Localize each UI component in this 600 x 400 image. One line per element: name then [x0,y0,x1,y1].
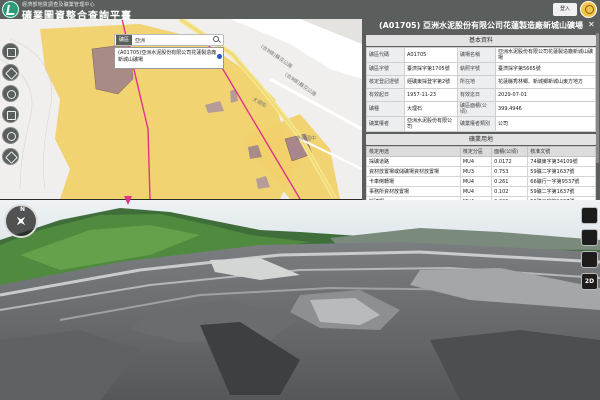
land-cell: 事務所資材放置場 [366,186,461,197]
agency-logo-icon [2,1,19,18]
info-key: 礦區面積(公頃) [456,101,496,117]
land-cell: 採礦道路 [366,156,461,167]
basic-info-row: 核定登記證號 經礦東採登字第2號 所在地 花蓮縣秀林鄉、新城鄉新城山東方地方 [366,75,597,89]
land-column-header: 核定用途 [366,146,461,157]
compass-icon[interactable]: N [4,204,38,238]
land-cell: MU4 [459,176,493,187]
land-cell: 0.0172 [491,156,529,167]
layers-tool-icon[interactable] [2,43,19,60]
draw-tool-icon[interactable] [2,148,19,165]
info-key: 礦區代碼 [366,47,405,63]
print-tool-icon[interactable] [2,106,19,123]
info-key: 有效起日 [366,88,405,102]
land-column-header: 核定分區 [459,146,493,157]
land-cell: 卡車倒轉場 [366,176,461,187]
app-root: 經濟部地質調查及礦業管理中心 礦業圖資整合查詢平臺 登入 (台9線)蘇花公路 (… [0,0,600,400]
mine-info-panel: (A01705) 亞洲水泥股份有限公司花蓮製造廠新城山礦場 ✕ 基本資料 礦區代… [362,19,600,200]
land-row[interactable]: 採礦道路 MU4 0.0172 74礦東字第34109號 [366,156,596,167]
land-cell: 資材放置場或儲礦場資材放置場 [366,166,461,177]
land-cell: 0.753 [491,166,529,177]
building-3d-icon[interactable] [581,207,598,224]
location-pin-icon[interactable] [217,54,222,59]
land-column-header: 面積(公頃) [491,146,529,157]
land-use-table: 核定用途 核定分區 面積(公頃) 核准文號 採礦道路 MU4 0.0172 74礦東字第34… [366,146,596,200]
info-key: 礦種 [366,101,405,117]
info-value: 經礦東採登字第2號 [404,75,458,89]
land-column-header: 核准文號 [527,146,596,157]
info-value: 1957-11-23 [404,88,458,102]
land-cell: 0.261 [491,176,529,187]
info-value: 亞洲水泥股份有限公司 [404,116,458,132]
terrain-3d-view[interactable]: N 2D [0,200,600,400]
basic-info-header[interactable]: 基本資料 [366,35,596,46]
basic-info-row: 礦區代碼 A01705 礦場名稱 亞洲水泥股份有限公司花蓮製造廠新城山礦場 [366,47,597,63]
land-cell: 59礦二字第1637號 [527,166,596,177]
info-value: 大理石 [404,101,458,117]
info-key: 所在地 [456,75,496,89]
login-button[interactable]: 登入 [553,3,577,16]
land-cell: 0.102 [491,186,529,197]
compass-north-label: N [20,206,26,213]
land-row[interactable]: 資材放置場或儲礦場資材放置場 MU3 0.753 59礦二字第1637號 [366,166,596,177]
panel-scrollbar[interactable] [596,33,599,163]
info-value: 花蓮縣秀林鄉、新城鄉新城山東方地方 [494,75,597,89]
search-result-item[interactable]: (A01705)亞洲水泥股份有限公司花蓮製造廠新城山礦場 [114,47,224,69]
map-search-bar[interactable]: 礦區 亞洲 [114,34,224,46]
info-value: 臺濟採字第5665號 [494,62,597,76]
basemap-tool-icon[interactable] [2,64,19,81]
info-value: 399.4946 [494,101,597,117]
app-title: 礦業圖資整合查詢平臺 [22,11,132,22]
land-cell: MU3 [459,166,493,177]
poi-label: 新城國中 [296,136,317,142]
land-cell: 74礦東字第34109號 [527,156,596,167]
map-view[interactable]: (台9線)蘇花公路 (台9線)蘇花公路 大德街 新城國中 礦區 亞洲 (A017… [0,19,362,199]
basic-info-row: 有效起日 1957-11-23 有效迄日 2029-07-01 [366,88,597,102]
eye-icon[interactable] [581,251,598,268]
land-row[interactable]: 卡車倒轉場 MU4 0.261 66礦行一字第9537號 [366,176,596,187]
info-value: 臺濟採字第1705號 [404,62,458,76]
map-toolbar [2,43,19,165]
basic-info-row: 礦種 大理石 礦區面積(公頃) 399.4946 [366,101,597,117]
info-value: A01705 [404,47,458,63]
basic-info-table: 礦區代碼 A01705 礦場名稱 亞洲水泥股份有限公司花蓮製造廠新城山礦場 礦區字號 臺濟… [366,47,597,132]
layer-icon[interactable] [581,229,598,246]
search-type-selector[interactable]: 礦區 [116,35,133,45]
search-icon[interactable] [213,36,221,44]
basic-info-row: 礦區字號 臺濟採字第1705號 執照字號 臺濟採字第5665號 [366,62,597,76]
terrain-canvas [0,200,600,400]
info-key: 礦場名稱 [456,47,496,63]
info-value: 公司 [494,116,597,132]
land-use-header[interactable]: 礦業用地 [366,134,596,145]
info-value: 亞洲水泥股份有限公司花蓮製造廠新城山礦場 [494,47,597,63]
info-key: 有效迄日 [456,88,496,102]
land-cell: MU4 [459,186,493,197]
2d-toggle-button[interactable]: 2D [581,273,598,290]
panel-title: (A01705) 亞洲水泥股份有限公司花蓮製造廠新城山礦場 [378,21,584,30]
info-key: 礦區字號 [366,62,405,76]
top-header: 經濟部地質調查及礦業管理中心 礦業圖資整合查詢平臺 登入 [0,0,600,22]
info-key: 核定登記證號 [366,75,405,89]
info-key: 礦業權者類別 [456,116,496,132]
land-row[interactable]: 事務所資材放置場 MU4 0.102 59礦二字第1637號 [366,186,596,197]
land-cell: 59礦二字第1637號 [527,186,596,197]
user-avatar-icon[interactable] [580,1,597,18]
measure-tool-icon[interactable] [2,85,19,102]
locate-tool-icon[interactable] [2,127,19,144]
map-canvas [0,19,362,199]
info-key: 礦業權者 [366,116,405,132]
search-input[interactable]: 亞洲 [132,37,213,44]
info-key: 執照字號 [456,62,496,76]
compass-rose-icon [13,213,30,230]
info-value: 2029-07-01 [494,88,597,102]
close-icon[interactable]: ✕ [588,21,596,29]
land-cell: 66礦行一字第9537號 [527,176,596,187]
basic-info-row: 礦業權者 亞洲水泥股份有限公司 礦業權者類別 公司 [366,116,597,132]
land-cell: MU4 [459,156,493,167]
